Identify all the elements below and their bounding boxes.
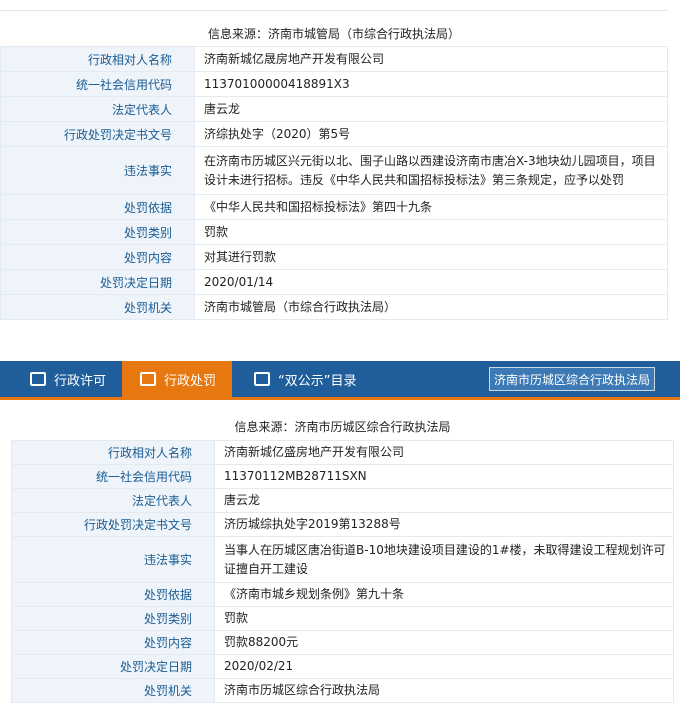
row-label: 处罚决定日期	[11, 654, 215, 679]
divider	[0, 10, 668, 11]
row-value: 济南市历城区综合行政执法局	[214, 678, 674, 703]
record-table-1: 行政相对人名称 济南新城亿晟房地产开发有限公司 统一社会信用代码 113701000…	[0, 46, 668, 320]
row-label: 行政处罚决定书文号	[0, 121, 195, 147]
row-value: 罚款	[194, 219, 668, 245]
row-label: 处罚机关	[11, 678, 215, 703]
table-row: 处罚依据 《中华人民共和国招标投标法》第四十九条	[0, 194, 668, 220]
table-row: 处罚机关 济南市历城区综合行政执法局	[11, 678, 674, 703]
table-row: 统一社会信用代码 11370112MB28711SXN	[11, 464, 674, 489]
agency-button[interactable]: 济南市历城区综合行政执法局	[489, 367, 655, 391]
table-row: 处罚决定日期 2020/01/14	[0, 269, 668, 295]
table-row: 处罚类别 罚款	[0, 219, 668, 245]
table-row: 违法事实 在济南市历城区兴元街以北、围子山路以西建设济南市唐冶X-3地块幼儿园项目…	[0, 146, 668, 195]
table-row: 统一社会信用代码 11370100000418891X3	[0, 71, 668, 97]
row-label: 处罚内容	[0, 244, 195, 270]
row-label: 处罚内容	[11, 630, 215, 655]
table-row: 处罚机关 济南市城管局（市综合行政执法局）	[0, 294, 668, 320]
calendar-icon	[254, 372, 270, 386]
row-value: 济南新城亿盛房地产开发有限公司	[214, 440, 674, 465]
tab-administrative-penalty[interactable]: 行政处罚	[122, 361, 232, 397]
row-value: 11370100000418891X3	[194, 71, 668, 97]
row-label: 处罚依据	[0, 194, 195, 220]
row-label: 处罚类别	[11, 606, 215, 631]
row-label: 行政相对人名称	[11, 440, 215, 465]
row-value: 11370112MB28711SXN	[214, 464, 674, 489]
row-label: 法定代表人	[11, 488, 215, 513]
tab-double-publicity-catalog[interactable]: “双公示”目录	[248, 361, 378, 397]
row-value: 济综执处字（2020）第5号	[194, 121, 668, 147]
row-label: 违法事实	[0, 146, 195, 195]
row-value: 《济南市城乡规划条例》第九十条	[214, 582, 674, 607]
row-value: 在济南市历城区兴元街以北、围子山路以西建设济南市唐冶X-3地块幼儿园项目，项目设…	[194, 146, 668, 195]
nav-bar: 行政许可 行政处罚 “双公示”目录 济南市历城区综合行政执法局	[0, 361, 680, 400]
tab-label: 行政处罚	[164, 373, 217, 389]
tab-administrative-license[interactable]: 行政许可	[16, 361, 116, 397]
row-value: 2020/02/21	[214, 654, 674, 679]
table-row: 行政相对人名称 济南新城亿晟房地产开发有限公司	[0, 46, 668, 72]
row-label: 处罚决定日期	[0, 269, 195, 295]
row-label: 行政相对人名称	[0, 46, 195, 72]
table-row: 处罚类别 罚款	[11, 606, 674, 631]
table-row: 法定代表人 唐云龙	[0, 96, 668, 122]
row-label: 统一社会信用代码	[0, 71, 195, 97]
table-row: 处罚内容 罚款88200元	[11, 630, 674, 655]
panel-gap	[0, 340, 680, 350]
row-value: 罚款	[214, 606, 674, 631]
row-label: 处罚类别	[0, 219, 195, 245]
table-row: 法定代表人 唐云龙	[11, 488, 674, 513]
table-row: 处罚内容 对其进行罚款	[0, 244, 668, 270]
tab-label: “双公示”目录	[278, 373, 357, 389]
row-label: 行政处罚决定书文号	[11, 512, 215, 537]
row-label: 统一社会信用代码	[11, 464, 215, 489]
table-row: 处罚依据 《济南市城乡规划条例》第九十条	[11, 582, 674, 607]
row-value: 济南市城管局（市综合行政执法局）	[194, 294, 668, 320]
list-icon	[140, 372, 156, 386]
row-label: 违法事实	[11, 536, 215, 583]
table-row: 处罚决定日期 2020/02/21	[11, 654, 674, 679]
row-label: 处罚机关	[0, 294, 195, 320]
table-row: 行政处罚决定书文号 济综执处字（2020）第5号	[0, 121, 668, 147]
tab-label: 行政许可	[54, 373, 107, 389]
record-table-2: 行政相对人名称 济南新城亿盛房地产开发有限公司 统一社会信用代码 11370112M…	[11, 440, 674, 703]
row-value: 当事人在历城区唐冶街道B-10地块建设项目建设的1#楼，未取得建设工程规划许可证…	[214, 536, 674, 583]
row-value: 《中华人民共和国招标投标法》第四十九条	[194, 194, 668, 220]
row-value: 济南新城亿晟房地产开发有限公司	[194, 46, 668, 72]
row-value: 2020/01/14	[194, 269, 668, 295]
info-source: 信息来源：济南市城管局（市综合行政执法局）	[0, 25, 668, 42]
row-value: 唐云龙	[214, 488, 674, 513]
table-row: 行政相对人名称 济南新城亿盛房地产开发有限公司	[11, 440, 674, 465]
edit-icon	[30, 372, 46, 386]
row-value: 罚款88200元	[214, 630, 674, 655]
info-source: 信息来源：济南市历城区综合行政执法局	[11, 418, 674, 435]
table-row: 行政处罚决定书文号 济历城综执处字2019第13288号	[11, 512, 674, 537]
table-row: 违法事实 当事人在历城区唐冶街道B-10地块建设项目建设的1#楼，未取得建设工程规…	[11, 536, 674, 583]
row-label: 法定代表人	[0, 96, 195, 122]
row-label: 处罚依据	[11, 582, 215, 607]
row-value: 对其进行罚款	[194, 244, 668, 270]
row-value: 济历城综执处字2019第13288号	[214, 512, 674, 537]
row-value: 唐云龙	[194, 96, 668, 122]
